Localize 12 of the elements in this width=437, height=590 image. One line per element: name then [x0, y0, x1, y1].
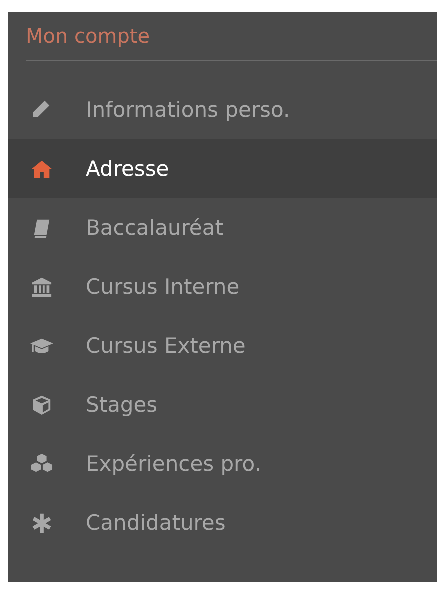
- sidebar-item[interactable]: Cursus Externe: [8, 316, 437, 375]
- sidebar-item[interactable]: Adresse: [8, 139, 437, 198]
- sidebar-item[interactable]: Baccalauréat: [8, 198, 437, 257]
- sidebar-item[interactable]: Candidatures: [8, 493, 437, 552]
- sidebar-item[interactable]: Cursus Interne: [8, 257, 437, 316]
- asterisk-icon: [30, 512, 54, 534]
- sidebar-item[interactable]: Stages: [8, 375, 437, 434]
- sidebar-item[interactable]: Expériences pro.: [8, 434, 437, 493]
- cubes-icon: [30, 452, 54, 474]
- section-title: Mon compte: [25, 23, 152, 50]
- sidebar-item[interactable]: Informations perso.: [8, 80, 437, 139]
- building-icon: [30, 276, 54, 298]
